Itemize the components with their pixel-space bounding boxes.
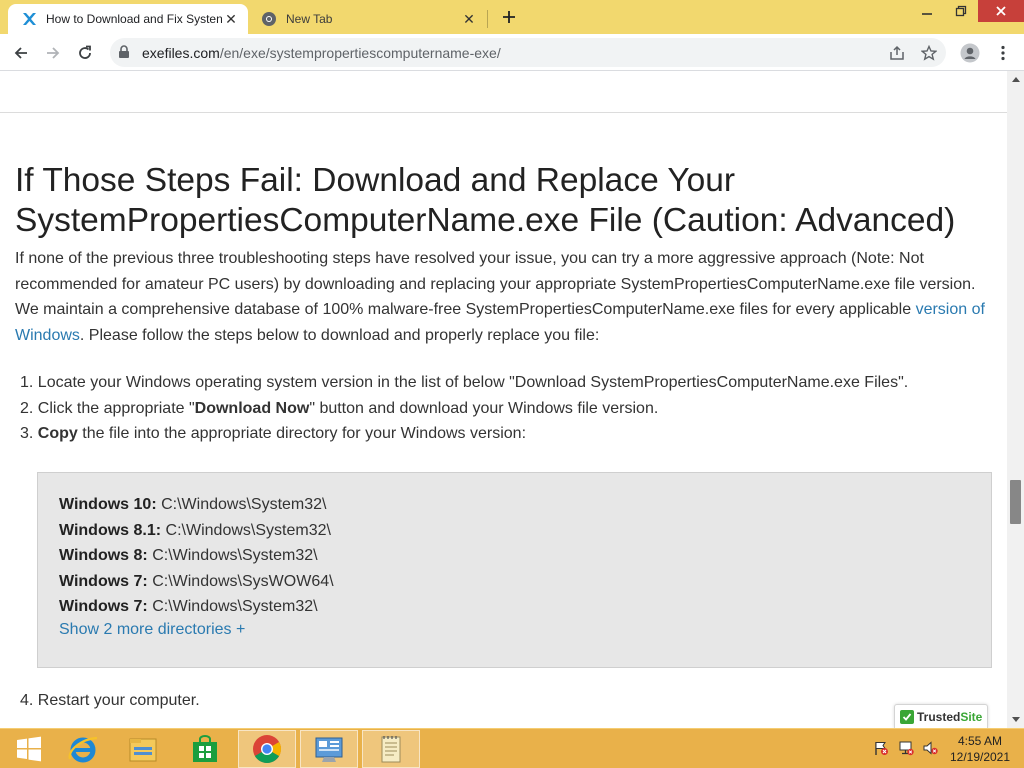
step-item: 3. Copy the file into the appropriate di… bbox=[20, 425, 527, 442]
arrow-left-icon bbox=[14, 47, 27, 59]
folder-icon bbox=[129, 738, 157, 762]
minimize-icon bbox=[922, 13, 932, 15]
minimize-button[interactable] bbox=[910, 0, 944, 22]
scrollbar-thumb[interactable] bbox=[1010, 480, 1021, 524]
divider bbox=[0, 112, 1007, 113]
new-tab-button[interactable] bbox=[498, 6, 520, 28]
internet-explorer-button[interactable] bbox=[54, 730, 112, 768]
back-button[interactable] bbox=[8, 40, 34, 66]
vertical-scrollbar[interactable] bbox=[1007, 71, 1024, 728]
notepad-taskbar-button[interactable] bbox=[362, 730, 420, 768]
lock-icon[interactable] bbox=[118, 45, 130, 64]
reload-button[interactable] bbox=[72, 40, 98, 66]
steps-list: 1. Locate your Windows operating system … bbox=[20, 370, 908, 447]
close-icon bbox=[996, 6, 1006, 16]
system-clock[interactable]: 4:55 AM 12/19/2021 bbox=[944, 733, 1016, 765]
directory-row: Windows 8: C:\Windows\System32\ bbox=[59, 547, 318, 564]
share-icon[interactable] bbox=[888, 44, 906, 62]
directory-row: Windows 8.1: C:\Windows\System32\ bbox=[59, 522, 331, 539]
page-viewport: If Those Steps Fail: Download and Replac… bbox=[0, 71, 1007, 728]
tab-title: New Tab bbox=[286, 12, 333, 26]
clock-time: 4:55 AM bbox=[957, 734, 1003, 748]
step-item: 1. Locate your Windows operating system … bbox=[20, 374, 909, 391]
network-icon[interactable] bbox=[897, 739, 915, 757]
arrow-right-icon bbox=[47, 47, 60, 59]
chrome-taskbar-button[interactable] bbox=[238, 730, 296, 768]
store-icon bbox=[193, 735, 217, 762]
url-text[interactable]: exefiles.com/en/exe/systempropertiescomp… bbox=[142, 45, 501, 61]
scroll-down-arrow-icon[interactable] bbox=[1007, 712, 1024, 728]
system-properties-icon bbox=[315, 737, 343, 762]
restore-icon bbox=[955, 5, 967, 17]
forward-button[interactable] bbox=[40, 40, 66, 66]
clock-date: 12/19/2021 bbox=[949, 750, 1011, 764]
chrome-favicon-icon bbox=[260, 10, 278, 28]
menu-kebab-icon[interactable] bbox=[990, 40, 1016, 66]
restore-button[interactable] bbox=[944, 0, 978, 22]
show-more-directories-link[interactable]: Show 2 more directories + bbox=[59, 621, 245, 639]
checkmark-icon bbox=[900, 709, 914, 724]
address-bar[interactable]: exefiles.com/en/exe/systempropertiescomp… bbox=[110, 38, 946, 67]
internet-explorer-icon bbox=[68, 736, 98, 763]
windows-taskbar: 4:55 AM 12/19/2021 bbox=[0, 728, 1024, 768]
notepad-icon bbox=[381, 736, 401, 763]
start-button[interactable] bbox=[0, 730, 58, 768]
plus-icon bbox=[503, 11, 515, 23]
directory-row: Windows 7: C:\Windows\SysWOW64\ bbox=[59, 573, 334, 590]
action-center-flag-icon[interactable] bbox=[872, 739, 890, 757]
profile-avatar-icon[interactable] bbox=[957, 40, 983, 66]
browser-tab-strip: How to Download and Fix Systen ✕ New Tab… bbox=[0, 0, 1024, 34]
store-button[interactable] bbox=[176, 730, 234, 768]
system-properties-taskbar-button[interactable] bbox=[300, 730, 358, 768]
tab-new-tab[interactable]: New Tab ✕ bbox=[250, 4, 486, 34]
close-tab-icon[interactable]: ✕ bbox=[460, 10, 478, 28]
bookmark-star-icon[interactable] bbox=[920, 44, 938, 62]
close-window-button[interactable] bbox=[978, 0, 1024, 22]
windows-logo-icon bbox=[17, 736, 41, 762]
scroll-up-arrow-icon[interactable] bbox=[1007, 71, 1024, 87]
directories-box: Windows 10: C:\Windows\System32\ Windows… bbox=[37, 472, 992, 668]
chrome-icon bbox=[253, 735, 281, 763]
trustedsite-badge[interactable]: Trusted Site bbox=[894, 704, 988, 728]
file-explorer-button[interactable] bbox=[114, 730, 172, 768]
tab-title: How to Download and Fix Systen bbox=[46, 12, 222, 26]
step-item: 4. Restart your computer. bbox=[20, 692, 200, 709]
directory-row: Windows 10: C:\Windows\System32\ bbox=[59, 496, 327, 513]
tab-divider bbox=[487, 10, 488, 28]
volume-muted-icon[interactable] bbox=[921, 739, 939, 757]
section-heading: If Those Steps Fail: Download and Replac… bbox=[15, 162, 956, 239]
directory-row: Windows 7: C:\Windows\System32\ bbox=[59, 598, 318, 615]
close-tab-icon[interactable]: ✕ bbox=[222, 10, 240, 28]
reload-icon bbox=[79, 45, 91, 59]
intro-paragraph: If none of the previous three troublesho… bbox=[15, 250, 985, 344]
exefiles-favicon-icon bbox=[20, 10, 38, 28]
tab-exefiles[interactable]: How to Download and Fix Systen ✕ bbox=[8, 4, 248, 34]
step-item: 2. Click the appropriate "Download Now" … bbox=[20, 399, 659, 417]
browser-toolbar: exefiles.com/en/exe/systempropertiescomp… bbox=[0, 34, 1024, 71]
